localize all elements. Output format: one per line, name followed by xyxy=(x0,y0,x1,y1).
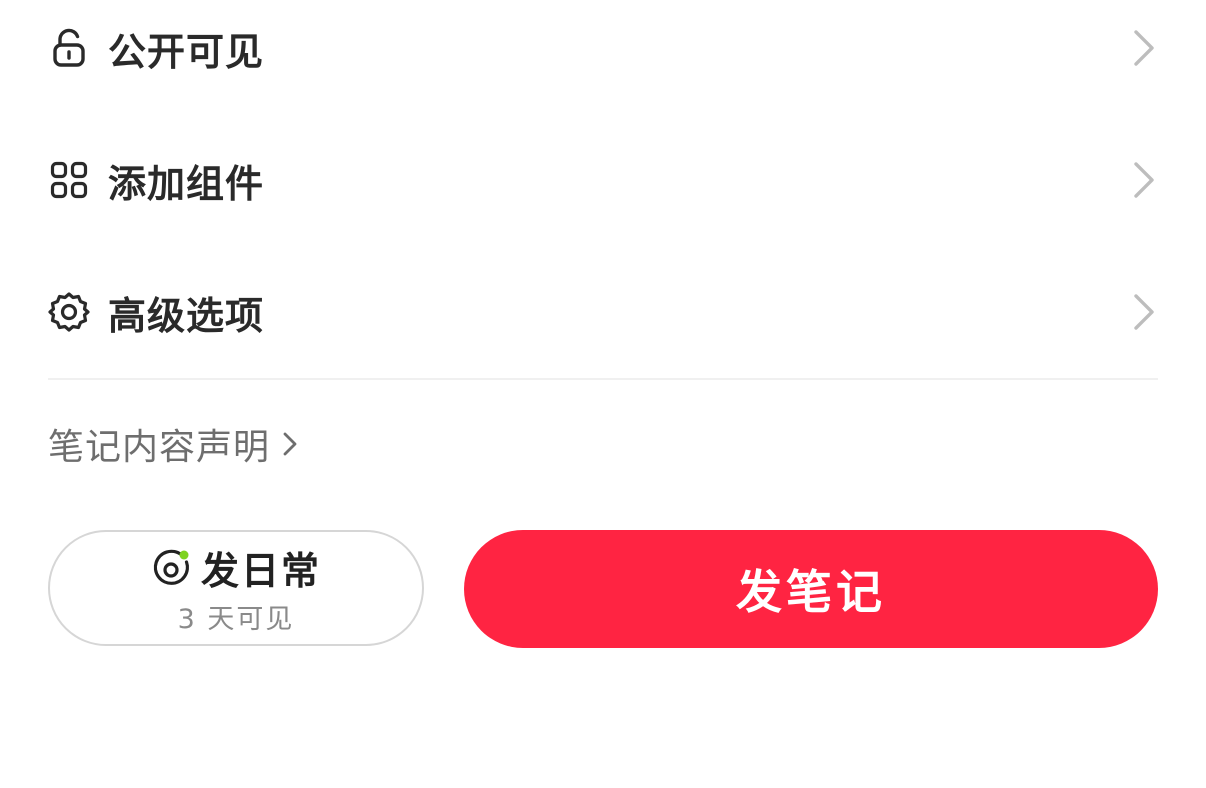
grid-icon xyxy=(48,159,90,201)
publish-settings-panel: 公开可见 添加组件 高级选项 笔记内容声明 发日常 3 天可见 发笔记 xyxy=(0,0,1206,788)
add-widget-row[interactable]: 添加组件 xyxy=(48,140,1158,220)
gear-icon xyxy=(48,291,90,333)
add-widget-label: 添加组件 xyxy=(108,161,265,206)
post-daily-top: 发日常 xyxy=(151,540,321,595)
publish-note-label: 发笔记 xyxy=(736,565,886,619)
content-declaration-label: 笔记内容声明 xyxy=(48,427,271,468)
post-daily-subtitle: 3 天可见 xyxy=(177,604,295,635)
chevron-right-icon xyxy=(1130,291,1158,333)
chevron-right-icon xyxy=(1130,159,1158,201)
section-divider xyxy=(48,378,1158,380)
chevron-right-icon xyxy=(282,430,302,458)
daily-camera-icon xyxy=(151,548,191,588)
publish-note-button[interactable]: 发笔记 xyxy=(464,530,1158,648)
post-daily-button[interactable]: 发日常 3 天可见 xyxy=(48,530,424,646)
advanced-options-label: 高级选项 xyxy=(108,293,265,338)
advanced-options-row[interactable]: 高级选项 xyxy=(48,272,1158,352)
visibility-row[interactable]: 公开可见 xyxy=(48,8,1158,88)
unlock-icon xyxy=(48,27,90,69)
content-declaration-link[interactable]: 笔记内容声明 xyxy=(48,418,302,470)
visibility-label: 公开可见 xyxy=(108,29,265,74)
chevron-right-icon xyxy=(1130,27,1158,69)
post-daily-title: 发日常 xyxy=(200,549,321,593)
